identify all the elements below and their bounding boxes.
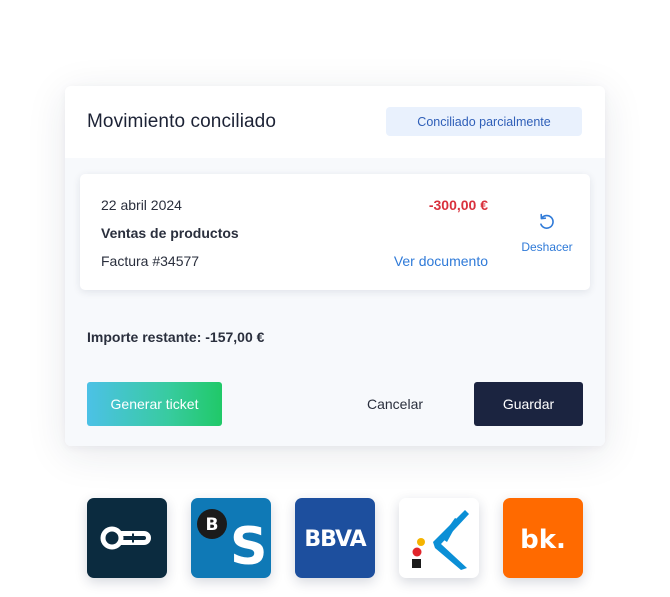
remaining-amount: Importe restante: -157,00 € (87, 329, 265, 345)
openbank-logo-icon (87, 498, 167, 578)
movement-description: Ventas de productos (101, 225, 239, 241)
view-document-link[interactable]: Ver documento (394, 253, 488, 269)
card-title: Movimiento conciliado (87, 111, 277, 132)
reconciled-movement-card: Movimiento conciliado Conciliado parcial… (65, 86, 605, 446)
movement-date: 22 abril 2024 (101, 197, 182, 213)
status-badge: Conciliado parcialmente (386, 107, 582, 136)
movement-item: 22 abril 2024 Ventas de productos Factur… (80, 174, 590, 290)
svg-text:bk.: bk. (520, 525, 566, 555)
caixabank-logo-icon (399, 498, 479, 578)
movement-reference: Factura #34577 (101, 253, 200, 269)
undo-label: Deshacer (521, 240, 573, 254)
svg-text:S: S (230, 517, 267, 577)
card-header: Movimiento conciliado Conciliado parcial… (65, 86, 605, 158)
bbva-logo-icon: BBVA (295, 498, 375, 578)
svg-text:B: B (206, 515, 219, 535)
movement-amount: -300,00 € (428, 197, 488, 213)
bankinter-logo-icon: bk. (503, 498, 583, 578)
undo-button[interactable]: Deshacer (517, 212, 577, 256)
generate-ticket-button[interactable]: Generar ticket (87, 382, 222, 426)
save-button[interactable]: Guardar (474, 382, 583, 426)
cancel-button[interactable]: Cancelar (350, 382, 440, 426)
bank-logos: S B BBVA bk. (87, 498, 587, 578)
svg-text:BBVA: BBVA (304, 527, 366, 552)
undo-icon (540, 213, 554, 229)
sabadell-logo-icon: S B (191, 498, 271, 578)
